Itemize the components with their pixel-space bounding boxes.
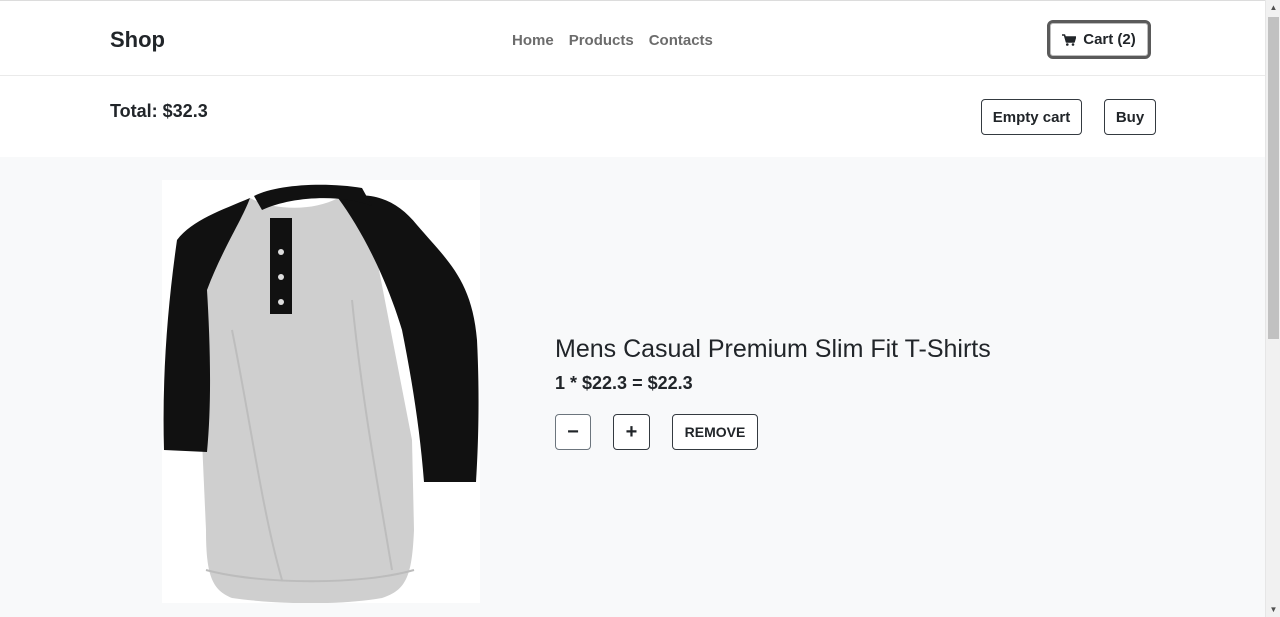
increase-quantity-button[interactable]: + [613, 414, 650, 450]
cart-button[interactable]: Cart (2) [1047, 20, 1151, 59]
brand-logo[interactable]: Shop [110, 27, 165, 53]
nav-link-contacts[interactable]: Contacts [649, 32, 713, 49]
empty-cart-button[interactable]: Empty cart [981, 99, 1082, 135]
cart-item-controls: − + REMOVE [555, 414, 758, 450]
nav-link-products[interactable]: Products [569, 32, 634, 49]
cart-button-label: Cart (2) [1083, 31, 1136, 48]
nav-links: Home Products Contacts [512, 32, 713, 49]
nav-link-home[interactable]: Home [512, 32, 554, 49]
cart-total: Total: $32.3 [110, 101, 208, 121]
product-image [162, 180, 480, 604]
scroll-up-arrow-icon[interactable]: ▲ [1266, 0, 1280, 15]
vertical-scrollbar[interactable]: ▲ ▼ [1265, 0, 1280, 617]
product-price-calc: 1 * $22.3 = $22.3 [555, 373, 693, 393]
cart-summary: Total: $32.3 Empty cart Buy [0, 77, 1265, 157]
product-title: Mens Casual Premium Slim Fit T-Shirts [555, 335, 991, 363]
cart-item-info: Mens Casual Premium Slim Fit T-Shirts 1 … [555, 335, 991, 394]
cart-items: Mens Casual Premium Slim Fit T-Shirts 1 … [0, 157, 1265, 617]
navbar: Shop Home Products Contacts Cart (2) [0, 0, 1265, 76]
remove-item-button[interactable]: REMOVE [672, 414, 758, 450]
scrollbar-thumb[interactable] [1268, 17, 1279, 339]
decrease-quantity-button[interactable]: − [555, 414, 591, 450]
scroll-down-arrow-icon[interactable]: ▼ [1266, 602, 1280, 617]
page: Shop Home Products Contacts Cart (2) Tot… [0, 0, 1265, 617]
cart-icon [1062, 33, 1077, 46]
buy-button[interactable]: Buy [1104, 99, 1156, 135]
